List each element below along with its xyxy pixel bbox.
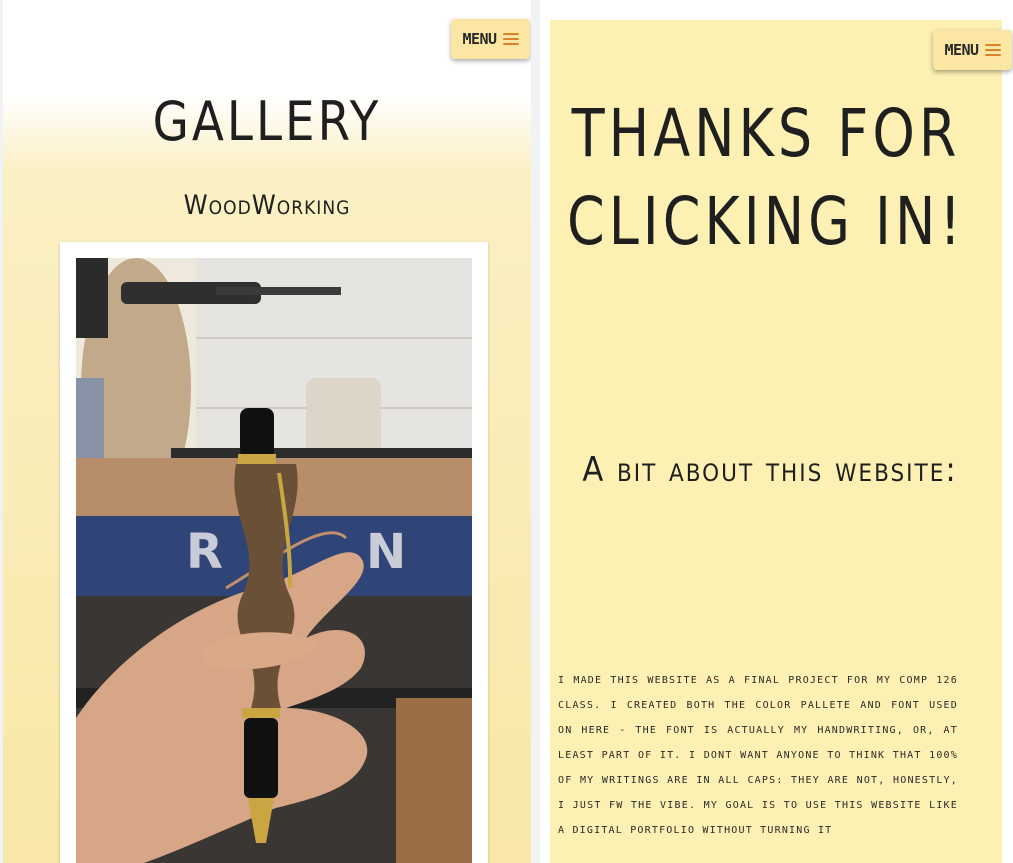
menu-label: MENU: [462, 30, 497, 48]
hamburger-icon: [984, 44, 1001, 56]
page-title: GALLERY: [152, 90, 382, 154]
page-subtitle: WoodWorking: [183, 190, 351, 221]
about-paragraph: I made this website as a final project f…: [558, 675, 958, 836]
gallery-photo[interactable]: R N: [76, 258, 472, 863]
gallery-page: MENU GALLERY WoodWorking R N: [3, 0, 531, 863]
hamburger-icon: [502, 33, 519, 45]
about-heading: A bit about this website:: [582, 450, 958, 490]
menu-button[interactable]: MENU: [451, 19, 530, 59]
thanks-heading: THANKS FOR CLICKING IN!: [567, 95, 965, 261]
about-page: MENU THANKS FOR CLICKING IN! A bit about…: [540, 0, 1013, 863]
svg-text:R: R: [186, 524, 223, 580]
pen-photo-illustration: R N: [76, 258, 472, 863]
menu-label: MENU: [944, 41, 979, 59]
svg-text:N: N: [366, 524, 406, 580]
photo-frame: R N: [60, 242, 488, 863]
menu-button[interactable]: MENU: [933, 30, 1012, 70]
